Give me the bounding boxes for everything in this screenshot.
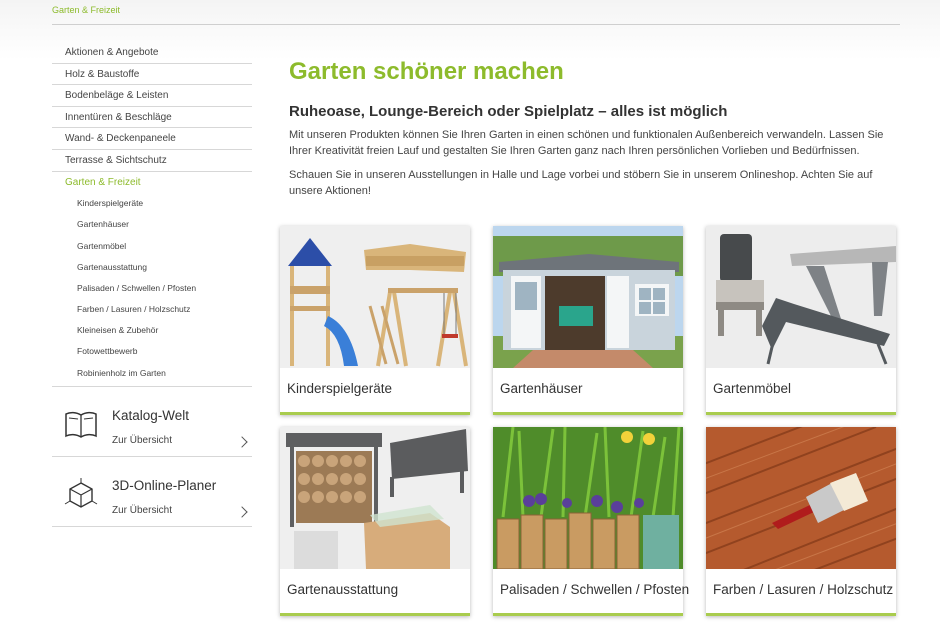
sidebar-sublist: Kinderspielgeräte Gartenhäuser Gartenmöb… [52,193,252,387]
sidebar-subitem-kleineisen[interactable]: Kleineisen & Zubehör [52,320,252,341]
sidebar-subitem-robinienholz[interactable]: Robinienholz im Garten [52,363,252,384]
card-image-palisaden [493,427,683,569]
sidebar-item-innentueren[interactable]: Innentüren & Beschläge [52,107,252,129]
card-image-gartenmoebel [706,226,896,368]
card-label: Farben / Lasuren / Holzschutz [713,582,894,597]
sidebar-subitem-kinderspielgeraete[interactable]: Kinderspielgeräte [52,193,252,214]
category-card-palisaden[interactable]: Palisaden / Schwellen / Pfosten [493,427,689,616]
card-label: Palisaden / Schwellen / Pfosten [500,582,690,597]
chevron-right-icon[interactable] [236,436,248,448]
chevron-right-icon[interactable] [236,506,248,518]
sidebar-item-wandpaneele[interactable]: Wand- & Deckenpaneele [52,128,252,150]
3d-cube-icon [64,477,98,508]
sidebar-subitem-gartenhaeuser[interactable]: Gartenhäuser [52,214,252,235]
sidebar-item-bodenbelaege[interactable]: Bodenbeläge & Leisten [52,85,252,107]
card-image-gartenhaeuser [493,226,683,368]
card-label: Gartenmöbel [713,381,792,396]
sidebar-item-aktionen[interactable]: Aktionen & Angebote [52,42,252,64]
page-subtitle: Ruheoase, Lounge-Bereich oder Spielplatz… [289,103,728,120]
promo-katalog-welt[interactable]: Katalog-Welt Zur Übersicht [52,387,252,457]
open-book-icon [65,411,97,438]
header-divider [52,24,900,25]
category-card-farben[interactable]: Farben / Lasuren / Holzschutz [706,427,896,616]
sidebar-item-garten-active[interactable]: Garten & Freizeit [52,172,252,194]
intro-paragraph: Mit unseren Produkten können Sie Ihren G… [289,129,884,157]
category-card-gartenhaeuser[interactable]: Gartenhäuser [493,226,683,415]
sidebar-subitem-farben[interactable]: Farben / Lasuren / Holzschutz [52,299,252,320]
category-card-gartenmoebel[interactable]: Gartenmöbel [706,226,896,415]
promo-link[interactable]: Zur Übersicht [112,505,172,516]
sidebar-item-terrasse[interactable]: Terrasse & Sichtschutz [52,150,252,172]
sidebar-subitem-gartenausstattung[interactable]: Gartenausstattung [52,257,252,278]
category-card-gartenausstattung[interactable]: Gartenausstattung [280,427,470,616]
sidebar-nav: Aktionen & Angebote Holz & Baustoffe Bod… [52,42,252,527]
sidebar-subitem-gartenmoebel[interactable]: Gartenmöbel [52,236,252,257]
card-image-gartenausstattung [280,427,470,569]
sidebar-subitem-palisaden[interactable]: Palisaden / Schwellen / Pfosten [52,278,252,299]
promo-3d-online-planer[interactable]: 3D-Online-Planer Zur Übersicht [52,457,252,527]
sidebar-item-holz[interactable]: Holz & Baustoffe [52,64,252,86]
page-title: Garten schöner machen [289,58,564,85]
promo-title: 3D-Online-Planer [112,477,217,493]
card-label: Kinderspielgeräte [287,381,393,396]
sidebar-subitem-fotowettbewerb[interactable]: Fotowettbewerb [52,341,252,362]
promo-title: Katalog-Welt [112,407,190,423]
card-image-farben [706,427,896,569]
promo-link[interactable]: Zur Übersicht [112,435,172,446]
card-label: Gartenausstattung [287,582,399,597]
breadcrumb[interactable]: Garten & Freizeit [52,5,120,15]
showroom-paragraph: Schauen Sie in unseren Ausstellungen in … [289,169,873,197]
card-image-kinderspielgeraete [280,226,470,368]
category-card-kinderspielgeraete[interactable]: Kinderspielgeräte [280,226,470,415]
card-label: Gartenhäuser [500,381,583,396]
